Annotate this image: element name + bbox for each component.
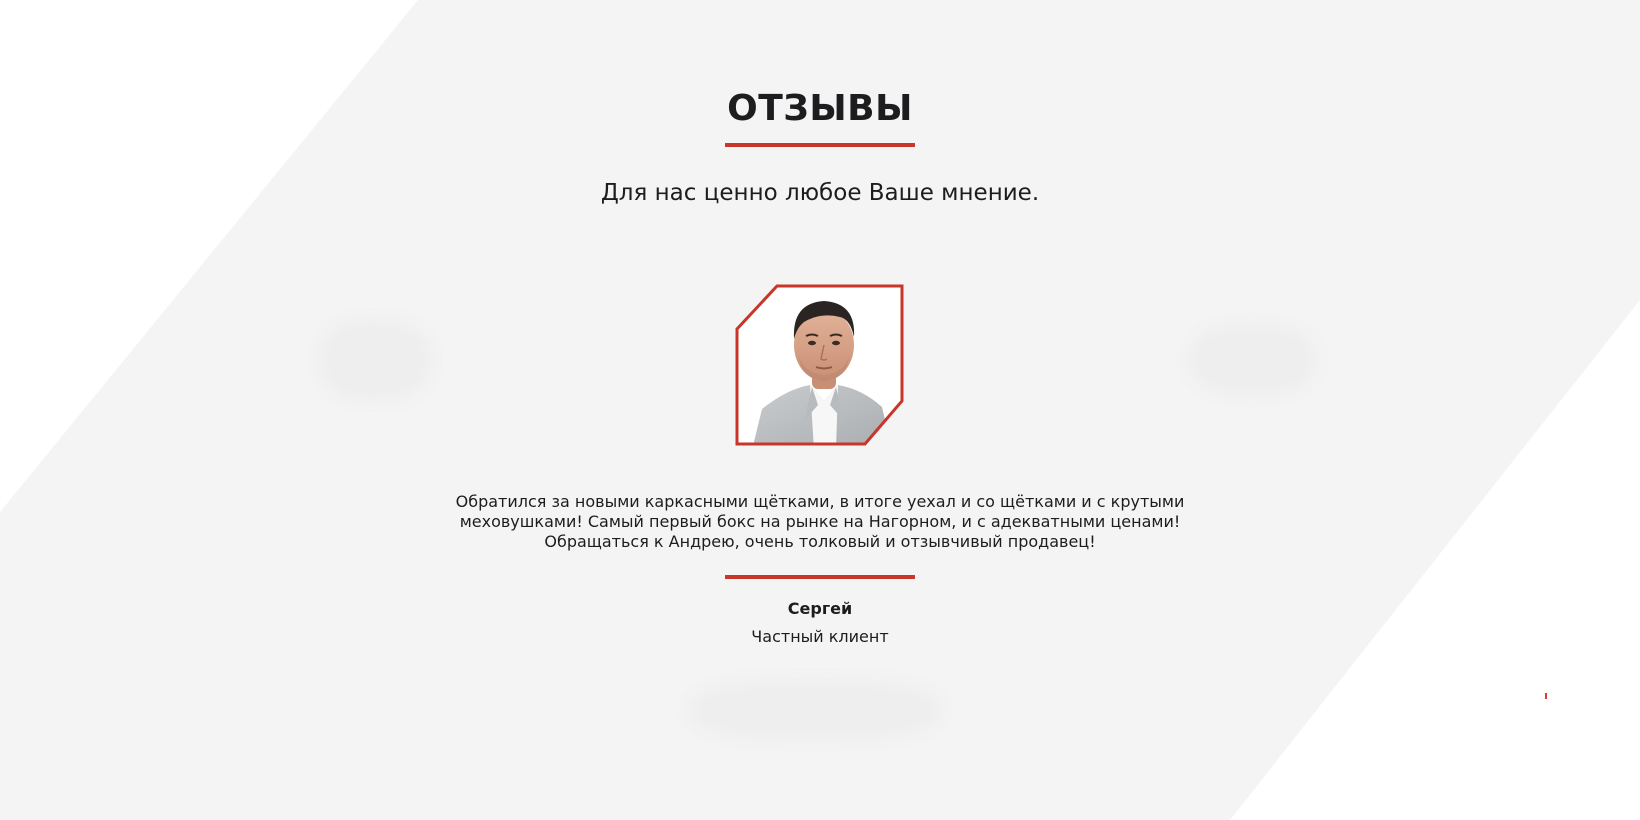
review-text: Обратился за новыми каркасными щётками, … [455, 492, 1185, 551]
carousel-prev-button[interactable] [330, 330, 370, 390]
carousel-next-button[interactable] [1230, 330, 1270, 390]
dots-ghost [690, 680, 940, 740]
reviewer-avatar [735, 284, 904, 446]
section-title: ОТЗЫВЫ [727, 88, 913, 129]
red-marker [1545, 693, 1547, 699]
author-name: Сергей [787, 599, 853, 618]
title-underline [725, 143, 915, 147]
reviews-page: ОТЗЫВЫ Для нас ценно любое Ваше мнение. [0, 0, 1640, 820]
author-underline [725, 575, 915, 579]
section-subtitle: Для нас ценно любое Ваше мнение. [600, 180, 1040, 206]
author-role: Частный клиент [751, 627, 889, 646]
